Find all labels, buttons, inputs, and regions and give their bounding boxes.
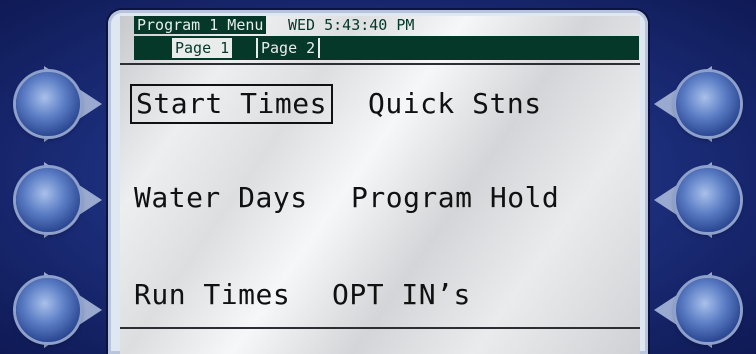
divider xyxy=(120,63,640,65)
menu-item-program-hold[interactable]: Program Hold xyxy=(351,180,559,216)
round-button-icon xyxy=(676,72,740,136)
divider xyxy=(120,327,640,329)
right-button-3[interactable] xyxy=(654,272,756,348)
round-button-icon xyxy=(16,168,80,232)
left-button-2[interactable] xyxy=(0,162,102,238)
menu-item-quick-stns[interactable]: Quick Stns xyxy=(368,86,542,122)
left-button-1[interactable] xyxy=(0,66,102,142)
round-button-icon xyxy=(676,278,740,342)
datetime: WED 5:43:40 PM xyxy=(288,16,415,34)
round-button-icon xyxy=(16,72,80,136)
right-button-2[interactable] xyxy=(654,162,756,238)
menu-item-opt-ins[interactable]: OPT IN’s xyxy=(332,277,471,313)
round-button-icon xyxy=(16,278,80,342)
menu-title: Program 1 Menu xyxy=(134,16,267,34)
title-bar: Program 1 Menu WED 5:43:40 PM xyxy=(120,16,640,34)
menu-item-start-times[interactable]: Start Times xyxy=(130,84,333,124)
left-button-3[interactable] xyxy=(0,272,102,348)
menu-item-water-days[interactable]: Water Days xyxy=(134,180,308,216)
page-tab-bar: Page 1 Page 2 xyxy=(134,36,639,60)
menu-item-run-times[interactable]: Run Times xyxy=(134,277,290,313)
tab-page-1[interactable]: Page 1 xyxy=(170,38,233,58)
right-button-1[interactable] xyxy=(654,66,756,142)
tab-page-2[interactable]: Page 2 xyxy=(256,38,321,58)
device-panel: Program 1 Menu WED 5:43:40 PM Page 1 Pag… xyxy=(0,0,756,354)
round-button-icon xyxy=(676,168,740,232)
lcd-screen: Program 1 Menu WED 5:43:40 PM Page 1 Pag… xyxy=(120,16,640,354)
